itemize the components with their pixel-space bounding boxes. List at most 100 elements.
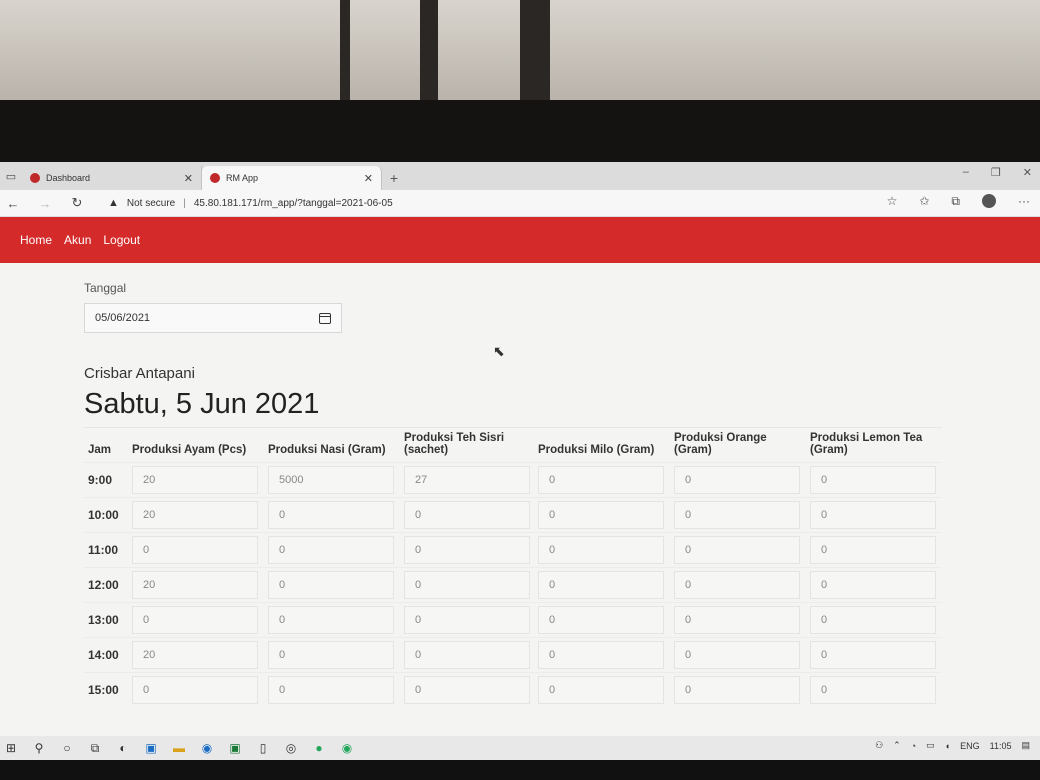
cortana-icon[interactable]: ○	[60, 741, 74, 755]
table-cell: 20	[128, 462, 264, 498]
whatsapp-icon[interactable]: ◉	[340, 741, 354, 755]
taskbar: ⊞ ⚲ ○ ⧉ ◐ ▣ ▬ ◉ ▣ ▯ ◎ ● ◉ ⚇ ⌃ ◔ ▭ ◖ ENG …	[0, 736, 1040, 760]
clock[interactable]: 11:05	[990, 741, 1012, 751]
production-input-nasi[interactable]: 0	[268, 536, 394, 564]
production-input-teh[interactable]: 0	[404, 571, 530, 599]
url-field[interactable]: ▲ Not secure | 45.80.181.171/rm_app/?tan…	[108, 197, 393, 209]
task-view-icon[interactable]: ⧉	[88, 741, 102, 756]
favorite-add-icon[interactable]: ☆	[887, 194, 898, 209]
production-input-orange[interactable]: 0	[674, 466, 800, 494]
production-input-milo[interactable]: 0	[538, 571, 664, 599]
production-input-nasi[interactable]: 0	[268, 501, 394, 529]
network-icon[interactable]: ◔	[911, 741, 916, 751]
production-input-ayam[interactable]: 0	[132, 536, 258, 564]
favorites-icon[interactable]: ✩	[919, 194, 929, 209]
table-cell: 0	[806, 602, 942, 638]
production-input-teh[interactable]: 0	[404, 641, 530, 669]
production-input-ayam[interactable]: 20	[132, 641, 258, 669]
production-input-ayam[interactable]: 20	[132, 501, 258, 529]
search-icon[interactable]: ⚲	[32, 741, 46, 755]
edge-icon[interactable]: ◉	[200, 741, 214, 755]
battery-icon[interactable]: ▭	[926, 740, 935, 751]
table-cell: 0	[264, 497, 400, 533]
production-input-teh[interactable]: 0	[404, 536, 530, 564]
production-input-milo[interactable]: 0	[538, 536, 664, 564]
file-icon[interactable]: ▯	[256, 741, 270, 755]
production-input-orange[interactable]: 0	[674, 676, 800, 704]
production-input-teh[interactable]: 0	[404, 676, 530, 704]
table-cell: 0	[128, 602, 264, 638]
production-input-milo[interactable]: 0	[538, 676, 664, 704]
monitor-bezel-bottom	[0, 760, 1040, 780]
folder-icon[interactable]: ▬	[172, 741, 186, 755]
nav-akun-link[interactable]: Akun	[64, 233, 91, 247]
collections-icon[interactable]: ⧉	[951, 194, 960, 209]
tab-actions-icon[interactable]: ▭	[0, 162, 22, 190]
notification-icon[interactable]: ▤	[1021, 740, 1030, 751]
table-cell: 0	[534, 462, 670, 498]
word-icon[interactable]: ▣	[144, 741, 158, 755]
production-input-ayam[interactable]: 0	[132, 606, 258, 634]
excel-icon[interactable]: ▣	[228, 741, 242, 755]
production-input-lemon[interactable]: 0	[810, 466, 936, 494]
tab-title: RM App	[226, 173, 259, 183]
tab-dashboard[interactable]: Dashboard ✕	[22, 166, 202, 190]
start-icon[interactable]: ⊞	[4, 741, 18, 755]
table-cell: 0	[806, 532, 942, 568]
nav-logout-link[interactable]: Logout	[103, 233, 140, 247]
production-input-nasi[interactable]: 0	[268, 606, 394, 634]
close-tab-icon[interactable]: ✕	[364, 172, 373, 185]
production-input-teh[interactable]: 0	[404, 501, 530, 529]
language-indicator[interactable]: ENG	[960, 741, 980, 751]
chrome-icon[interactable]: ◎	[284, 741, 298, 755]
production-input-milo[interactable]: 0	[538, 501, 664, 529]
spotify-icon[interactable]: ●	[312, 741, 326, 755]
close-window-icon[interactable]: ✕	[1023, 166, 1032, 179]
production-input-teh[interactable]: 27	[404, 466, 530, 494]
profile-icon[interactable]	[982, 194, 996, 208]
new-tab-icon[interactable]: +	[382, 166, 406, 190]
calendar-icon[interactable]	[319, 312, 331, 324]
back-icon[interactable]: ←	[4, 196, 22, 211]
date-input[interactable]: 05/06/2021	[84, 303, 342, 333]
production-input-ayam[interactable]: 20	[132, 571, 258, 599]
tab-rm-app[interactable]: RM App ✕	[202, 166, 382, 190]
production-table: Jam Produksi Ayam (Pcs) Produksi Nasi (G…	[84, 427, 942, 707]
production-input-nasi[interactable]: 0	[268, 641, 394, 669]
close-tab-icon[interactable]: ✕	[184, 172, 193, 185]
app-icon[interactable]: ◐	[116, 741, 130, 755]
production-input-orange[interactable]: 0	[674, 606, 800, 634]
table-cell: 0	[806, 637, 942, 673]
refresh-icon[interactable]: ↻	[68, 195, 86, 211]
production-input-milo[interactable]: 0	[538, 466, 664, 494]
production-input-nasi[interactable]: 0	[268, 676, 394, 704]
chevron-up-icon[interactable]: ⌃	[893, 740, 901, 751]
production-input-lemon[interactable]: 0	[810, 501, 936, 529]
production-input-milo[interactable]: 0	[538, 606, 664, 634]
production-input-nasi[interactable]: 0	[268, 571, 394, 599]
restore-icon[interactable]: ❐	[991, 166, 1001, 179]
minimize-icon[interactable]: –	[963, 166, 969, 179]
production-input-lemon[interactable]: 0	[810, 641, 936, 669]
nav-home-link[interactable]: Home	[20, 233, 52, 247]
production-input-ayam[interactable]: 20	[132, 466, 258, 494]
production-input-lemon[interactable]: 0	[810, 676, 936, 704]
production-input-nasi[interactable]: 5000	[268, 466, 394, 494]
more-icon[interactable]: ···	[1018, 194, 1030, 209]
production-input-ayam[interactable]: 0	[132, 676, 258, 704]
volume-icon[interactable]: ◖	[945, 741, 950, 751]
hour-label: 10:00	[84, 497, 128, 533]
production-input-orange[interactable]: 0	[674, 571, 800, 599]
people-icon[interactable]: ⚇	[875, 740, 883, 751]
production-input-teh[interactable]: 0	[404, 606, 530, 634]
production-input-milo[interactable]: 0	[538, 641, 664, 669]
production-input-orange[interactable]: 0	[674, 536, 800, 564]
production-input-lemon[interactable]: 0	[810, 606, 936, 634]
production-input-orange[interactable]: 0	[674, 501, 800, 529]
hour-label: 12:00	[84, 567, 128, 603]
forward-icon[interactable]: →	[36, 196, 54, 211]
production-input-lemon[interactable]: 0	[810, 571, 936, 599]
production-input-orange[interactable]: 0	[674, 641, 800, 669]
production-input-lemon[interactable]: 0	[810, 536, 936, 564]
table-cell: 0	[534, 637, 670, 673]
